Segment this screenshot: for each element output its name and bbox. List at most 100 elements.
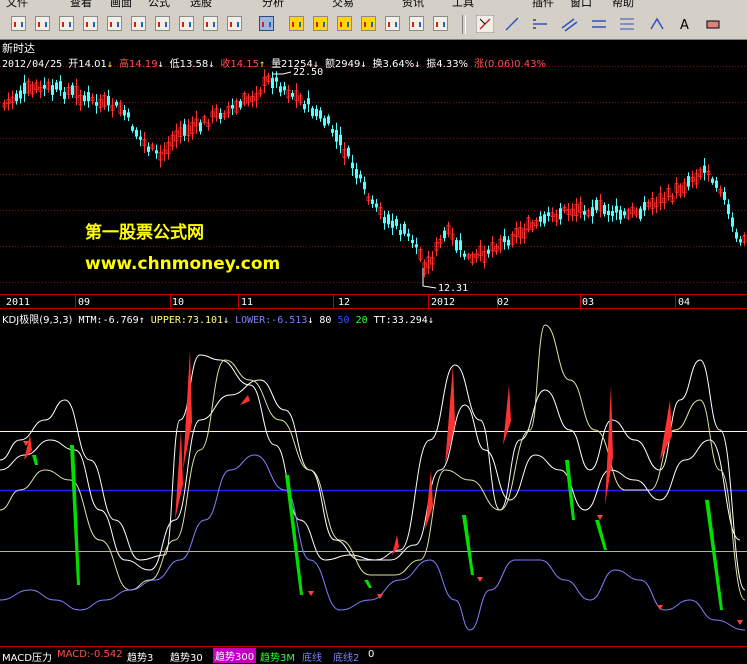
- candle-body: [735, 232, 738, 239]
- candle-body: [503, 236, 506, 243]
- candle-body: [539, 216, 542, 222]
- candle-body: [507, 239, 510, 246]
- candle-body: [395, 219, 398, 226]
- candle-body: [383, 217, 386, 224]
- price-high-label: 22.50: [293, 67, 324, 78]
- candle-body: [55, 82, 58, 90]
- time-axis-label: 02: [497, 297, 510, 308]
- candle-body: [199, 122, 202, 132]
- candle-body: [83, 95, 86, 102]
- candle-body: [319, 110, 322, 119]
- quote-turnover: 换3.64%: [372, 59, 415, 70]
- candle-body: [87, 92, 90, 102]
- quote-amplitude: 振4.33%: [426, 59, 469, 70]
- candle-body: [375, 203, 378, 208]
- candle-body: [351, 162, 354, 169]
- tab-trend30[interactable]: 趋势30: [170, 649, 203, 664]
- candle-body: [311, 108, 314, 117]
- candle-body: [155, 150, 158, 154]
- candle-body: [603, 204, 606, 215]
- candle-body: [595, 199, 598, 211]
- time-axis-label: 03: [582, 297, 595, 308]
- candle-body: [371, 199, 374, 204]
- up-arrow-marker: [308, 591, 314, 596]
- candle-body: [399, 229, 402, 235]
- quote-open: 开14.01: [68, 59, 107, 70]
- time-axis-label: 2011: [6, 297, 31, 308]
- candle-body: [275, 77, 278, 82]
- candle-body: [347, 147, 350, 157]
- indicator-line-20: 20: [355, 315, 368, 326]
- candle-body: [43, 84, 46, 89]
- indicator-line-50: 50: [337, 315, 350, 326]
- lower-line: [0, 454, 746, 631]
- tab-macd[interactable]: MACD压力: [2, 649, 52, 664]
- candle-body: [15, 93, 18, 102]
- green-signal-fill: [462, 515, 474, 575]
- candle-body: [123, 109, 126, 116]
- candle-body: [131, 126, 134, 131]
- candle-body: [279, 86, 282, 93]
- price-low-label: 12.31: [438, 283, 469, 294]
- candle-body: [463, 253, 466, 257]
- candle-body: [583, 210, 586, 215]
- upper-line: [0, 324, 746, 601]
- macd-value: MACD:-0.542: [57, 649, 123, 660]
- quote-change: 涨(0.06)0.43%: [474, 59, 546, 70]
- green-signal-fill: [595, 520, 607, 550]
- candle-body: [407, 233, 410, 237]
- zero-value: 0: [368, 649, 375, 660]
- indicator-lower: LOWER:-6.513: [235, 315, 308, 326]
- time-axis-label: 04: [678, 297, 691, 308]
- candle-body: [327, 116, 330, 124]
- candle-body: [723, 191, 726, 200]
- watermark-url: www.chnmoney.com: [85, 254, 281, 274]
- candle-body: [619, 209, 622, 220]
- candle-body: [607, 210, 610, 216]
- candle-body: [391, 220, 394, 228]
- candle-body: [271, 77, 274, 89]
- tab-base2[interactable]: 底线2: [333, 649, 359, 664]
- quote-amount: 额2949: [324, 59, 361, 70]
- time-axis-label: 12: [338, 297, 351, 308]
- candle-body: [543, 214, 546, 224]
- candle-body: [623, 211, 626, 216]
- time-axis-label: 11: [241, 297, 254, 308]
- candle-body: [239, 101, 242, 108]
- candle-body: [59, 81, 62, 91]
- candle-body: [307, 98, 310, 105]
- stock-chart[interactable]: [0, 0, 747, 663]
- candle-body: [219, 112, 222, 120]
- candle-body: [135, 129, 138, 137]
- candle-body: [643, 202, 646, 211]
- candle-body: [303, 104, 306, 110]
- green-signal-fill: [705, 500, 723, 610]
- candle-body: [559, 208, 562, 220]
- candle-body: [443, 230, 446, 239]
- candle-body: [339, 134, 342, 146]
- tab-trend300[interactable]: 趋势300: [213, 648, 257, 663]
- green-signal-fill: [70, 445, 80, 585]
- green-signal-fill: [32, 455, 38, 465]
- high-pointer: [272, 71, 292, 75]
- candle-body: [547, 212, 550, 217]
- indicator-name[interactable]: KDJ极限(9,3,3): [2, 315, 72, 326]
- candle-body: [591, 207, 594, 217]
- candle-body: [403, 223, 406, 234]
- tab-base1[interactable]: 底线: [302, 649, 322, 664]
- red-signal-fill: [503, 385, 511, 445]
- time-axis-label: 09: [78, 297, 91, 308]
- red-signal-fill: [183, 350, 192, 470]
- candle-body: [23, 82, 26, 95]
- candle-body: [183, 124, 186, 136]
- candle-body: [615, 205, 618, 213]
- candle-body: [71, 85, 74, 95]
- tab-trend3m[interactable]: 趋势3M: [260, 649, 295, 664]
- candle-body: [323, 118, 326, 126]
- candle-body: [455, 240, 458, 251]
- candle-body: [95, 101, 98, 106]
- candle-body: [139, 136, 142, 140]
- candle-body: [487, 249, 490, 254]
- tab-trend3[interactable]: 趋势3: [127, 649, 153, 664]
- red-signal-fill: [240, 395, 250, 405]
